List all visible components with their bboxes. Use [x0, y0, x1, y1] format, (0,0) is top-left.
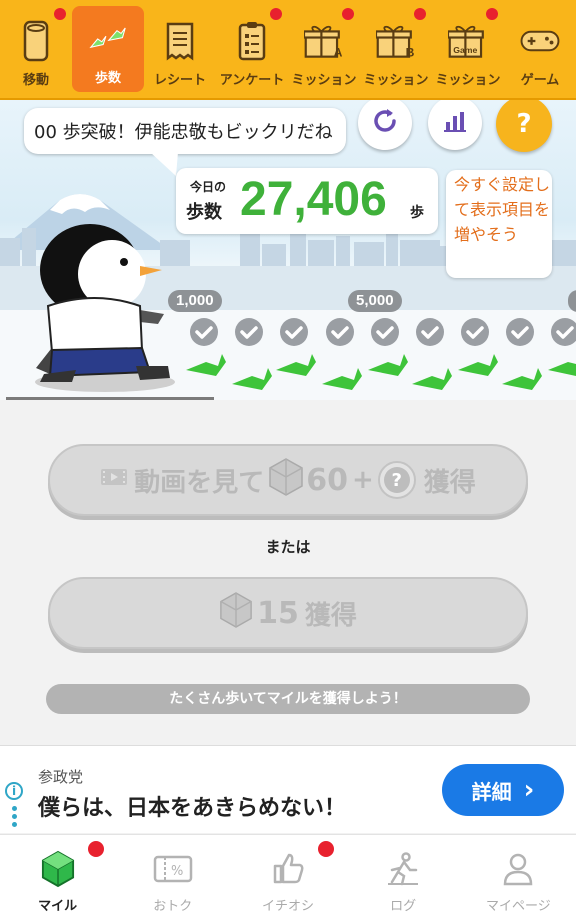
help-icon: ? [516, 109, 532, 139]
gift-a-icon: A [304, 19, 344, 63]
watch-video-button[interactable]: 動画を見て 60 + ? 獲得 [48, 444, 528, 516]
runner-icon [383, 849, 423, 889]
nav-miles[interactable]: マイル [0, 835, 115, 920]
notification-dot [486, 8, 498, 20]
ad-sponsor: 参政党 [38, 768, 84, 786]
gem-icon [219, 591, 253, 636]
mystery-reward-icon: ? [377, 461, 416, 499]
footprints-icon [88, 17, 128, 61]
tab-move-label: 移動 [22, 73, 49, 88]
gem-icon [268, 457, 304, 504]
today-steps-card: 今日の 歩数 27,406 歩 [176, 168, 438, 234]
mystery-question: ? [383, 467, 410, 493]
top-tab-bar: 移動 歩数 レシート アンケート A ミッション B ミッション Game ミッ… [0, 0, 576, 100]
gem-icon [38, 849, 78, 889]
milestone-badge: 5,000 [348, 290, 402, 312]
milestone-badge: 1,000 [168, 290, 222, 312]
ad-details-button[interactable]: 詳細 › [442, 764, 564, 816]
ad-headline: 僕らは、日本をあきらめない！ [38, 796, 347, 821]
tab-mission-game[interactable]: Game ミッション [432, 0, 504, 98]
claim-miles-button[interactable]: 15 獲得 [48, 577, 528, 649]
step-scene: 00 歩突破！伊能忠敬もビックリだね ? 今日の 歩数 27,406 歩 今すぐ… [0, 100, 576, 400]
settings-tip[interactable]: 今すぐ設定して表示項目を増やそう [446, 170, 552, 278]
nav-log-label: ログ [390, 899, 417, 914]
steps-unit: 歩 [410, 205, 424, 221]
steps-count: 27,406 [240, 173, 387, 226]
bar-chart-icon [442, 108, 468, 138]
tab-mission-a-label: ミッション [291, 73, 357, 88]
person-icon [498, 849, 538, 889]
nav-deals[interactable]: % おトク [115, 835, 230, 920]
today-label: 今日の [190, 180, 227, 194]
chevron-right-icon: › [523, 775, 535, 805]
tab-steps-label: 歩数 [94, 71, 121, 86]
gift-game-icon: Game [448, 19, 488, 63]
phone-icon [16, 19, 56, 63]
tab-mission-b-label: ミッション [363, 73, 429, 88]
notification-dot [342, 8, 354, 20]
watch-video-label: 動画を見て [134, 467, 265, 498]
video-reward-amount: 60 [306, 462, 348, 498]
nav-pickup[interactable]: イチオシ [230, 835, 345, 920]
gift-b-icon: B [376, 19, 416, 63]
nav-mypage[interactable]: マイページ [461, 835, 576, 920]
refresh-icon [370, 106, 400, 140]
claim-suffix: 獲得 [304, 600, 357, 631]
tab-game-label: ゲーム [520, 73, 560, 88]
steps-label: 歩数 [186, 202, 222, 223]
tab-mission-b[interactable]: B ミッション [360, 0, 432, 98]
notification-dot [318, 841, 335, 857]
svg-text:Game: Game [453, 45, 477, 55]
tab-mission-game-label: ミッション [435, 73, 501, 88]
nav-log[interactable]: ログ [346, 835, 461, 920]
video-reward-plus: + [351, 465, 374, 495]
thumbs-up-icon [268, 849, 308, 889]
receipt-icon [160, 19, 200, 63]
ad-details-label: 詳細 [471, 779, 512, 804]
nav-miles-label: マイル [38, 899, 78, 914]
ad-menu-icon[interactable] [12, 806, 17, 827]
tab-receipt[interactable]: レシート [144, 0, 216, 98]
notification-dot [88, 841, 104, 857]
gamepad-icon [520, 19, 560, 63]
notification-dot [54, 8, 66, 20]
svg-text:%: % [171, 864, 183, 879]
tab-move[interactable]: 移動 [0, 0, 72, 98]
nav-deals-label: おトク [153, 899, 193, 914]
ground-line [6, 397, 214, 400]
settings-tip-text: 今すぐ設定して表示項目を増やそう [454, 175, 551, 244]
walk-hint-bar: たくさん歩いてマイルを獲得しよう！ [46, 684, 530, 714]
ad-info-icon[interactable]: i [5, 782, 23, 800]
speech-text: 00 歩突破！伊能忠敬もビックリだね [34, 122, 333, 143]
tab-survey-label: アンケート [219, 73, 285, 88]
nav-pickup-label: イチオシ [261, 899, 314, 914]
progress-checks [190, 318, 576, 346]
tab-survey[interactable]: アンケート [216, 0, 288, 98]
clipboard-icon [232, 19, 272, 63]
svg-text:B: B [406, 46, 415, 60]
tab-receipt-label: レシート [153, 73, 206, 88]
ad-banner[interactable]: i 参政党 僕らは、日本をあきらめない！ 詳細 › [0, 745, 576, 833]
notification-dot [270, 8, 282, 20]
svg-text:A: A [334, 46, 343, 60]
or-text: または [265, 538, 311, 556]
tab-steps[interactable]: 歩数 [72, 6, 144, 92]
speech-bubble: 00 歩突破！伊能忠敬もビックリだね [24, 108, 346, 154]
video-icon [100, 465, 128, 495]
bottom-nav: マイル % おトク イチオシ ログ マイページ [0, 834, 576, 920]
claim-amount: 15 [257, 595, 299, 631]
video-reward-suffix: 獲得 [423, 467, 476, 498]
coupon-icon: % [153, 849, 193, 889]
nav-mypage-label: マイページ [485, 899, 551, 914]
tab-game[interactable]: ゲーム [504, 0, 576, 98]
tab-mission-a[interactable]: A ミッション [288, 0, 360, 98]
notification-dot [414, 8, 426, 20]
